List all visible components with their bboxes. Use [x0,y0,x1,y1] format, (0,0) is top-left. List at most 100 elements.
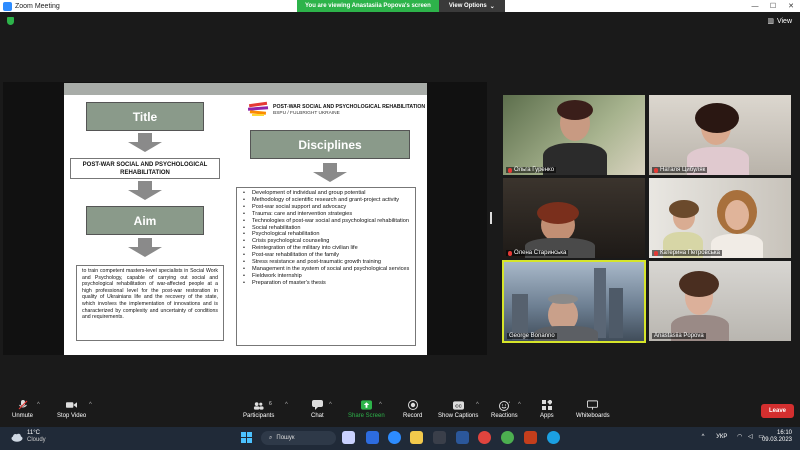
chevron-down-icon: ⌄ [489,3,495,10]
discipline-item: Preparation of master's thesis [242,280,410,287]
muted-mic-icon [508,250,512,256]
skyline-building [594,268,606,338]
participant-tile[interactable]: Anastasiia Popova [649,261,791,341]
captions-options-caret-icon[interactable]: ^ [476,402,479,408]
slide-disciplines-box: Disciplines [250,130,410,159]
chat-label: Chat [311,413,324,419]
share-banner-message: You are viewing Anastasiia Popova's scre… [297,0,439,12]
whiteboard-icon [587,400,599,410]
file-explorer-icon[interactable] [410,431,423,444]
video-options-caret-icon[interactable]: ^ [89,402,92,408]
closed-captions-icon: CC [452,400,464,410]
windows-start-icon[interactable] [240,431,253,444]
weather-description: Cloudy [27,437,46,443]
participant-hair [679,271,719,297]
apps-grid-icon [541,400,552,410]
whiteboards-button[interactable]: Whiteboards [576,400,610,419]
participant-name-tag: George Bonanno [507,333,557,339]
participant-tile[interactable]: Наталя Цибуляк [649,95,791,175]
participant-name-tag: Ольга Гуренко [506,167,557,173]
cloud-icon [11,433,23,442]
volume-icon: ◁ [748,434,753,440]
chat-options-caret-icon[interactable]: ^ [329,402,332,408]
arrow-down-icon [128,238,162,257]
participants-icon [253,400,264,410]
participant-hair [557,100,593,120]
participant-name: Катерина Петровська [660,250,720,256]
arrow-down-icon [128,133,162,152]
leave-button[interactable]: Leave [761,404,794,418]
arrow-down-icon [128,181,162,200]
zoom-taskbar-icon[interactable] [388,431,401,444]
discipline-item: Post-war social support and advocacy [242,204,410,211]
taskbar-search-placeholder: Пошук [276,435,295,441]
taskbar-search[interactable]: ⌕ Пошук [261,431,336,445]
discipline-item: Fieldwork internship [242,273,410,280]
slide-title-box: Title [86,102,204,131]
participant-tile[interactable]: Ольга Гуренко [503,95,645,175]
reactions-label: Reactions [491,413,518,419]
share-screen-label: Share Screen [348,413,385,419]
participant-tile[interactable]: Катерина Петровська [649,178,791,258]
participant-tile-active-speaker[interactable]: George Bonanno [502,260,646,343]
unmute-label: Unmute [12,413,34,419]
view-button[interactable]: ▥ View [767,17,792,26]
show-captions-button[interactable]: CC Show Captions [438,400,478,419]
meeting-topbar [0,12,800,30]
close-icon[interactable]: ✕ [782,0,800,12]
discipline-item: Stress resistance and post-traumatic gro… [242,259,410,266]
browser-app-icon[interactable] [501,431,514,444]
store-app-icon[interactable] [433,431,446,444]
grid-view-icon: ▥ [767,18,774,25]
chrome-app-icon[interactable] [478,431,491,444]
view-options-label: View Options [448,3,487,9]
discipline-item: Development of individual and group pote… [242,190,410,197]
reactions-button[interactable]: + Reactions [491,400,518,420]
participant-name-tag: Катерина Петровська [652,250,722,256]
powerpoint-app-icon[interactable] [524,431,537,444]
logo-institution: BSPU / FULBRIGHT UKRAINE [273,111,340,116]
task-view-icon[interactable] [342,431,355,444]
participant-tile[interactable]: Олена Старинська [503,178,645,258]
panel-resize-handle[interactable] [490,212,492,224]
svg-text:+: + [508,400,510,405]
participants-options-caret-icon[interactable]: ^ [285,402,288,408]
wifi-icon: ◠ [737,434,743,440]
apps-button[interactable]: Apps [540,400,554,419]
edge-app-icon[interactable] [547,431,560,444]
share-banner: You are viewing Anastasiia Popova's scre… [297,0,505,12]
share-options-caret-icon[interactable]: ^ [379,402,382,408]
taskbar-clock[interactable]: 16:10 09.03.2023 [762,430,792,444]
program-logo-icon [247,101,269,116]
weather-temperature: 11°C [27,430,40,436]
participant-face [725,200,749,230]
unmute-button[interactable]: Unmute [12,400,33,419]
maximize-icon[interactable]: ☐ [764,0,782,12]
record-button[interactable]: Record [403,400,422,419]
arrow-down-icon [313,163,347,182]
clock-date: 09.03.2023 [761,437,792,443]
audio-options-caret-icon[interactable]: ^ [37,402,40,408]
stop-video-button[interactable]: Stop Video [57,400,86,419]
post-war-title-box: POST-WAR SOCIAL AND PSYCHOLOGICAL REHABI… [70,158,220,179]
word-app-icon[interactable] [456,431,469,444]
aim-description: to train competent masters-level special… [76,265,224,341]
encryption-shield-icon[interactable] [7,17,14,25]
telegram-app-icon[interactable] [366,431,379,444]
view-options-button[interactable]: View Options ⌄ [438,0,505,12]
tray-chevron-icon: ^ [701,434,705,440]
whiteboards-label: Whiteboards [576,413,610,419]
discipline-item: Management in the system of social and p… [242,266,410,273]
participant-name: Олена Старинська [514,250,567,256]
reactions-options-caret-icon[interactable]: ^ [518,402,521,408]
microphone-muted-icon [17,400,28,410]
minimize-icon[interactable]: — [746,0,764,12]
chat-button[interactable]: Chat [311,400,324,419]
video-camera-icon [66,400,78,410]
weather-widget[interactable]: 11°C Cloudy [11,430,46,444]
chat-bubble-icon [311,400,323,410]
presentation-slide: Title POST-WAR SOCIAL AND PSYCHOLOGICAL … [64,83,427,355]
system-tray[interactable]: ^ УКР ◠ ◁ ▭ [702,433,764,440]
participant-name-tag: Наталя Цибуляк [652,167,708,173]
muted-mic-icon [654,250,658,256]
